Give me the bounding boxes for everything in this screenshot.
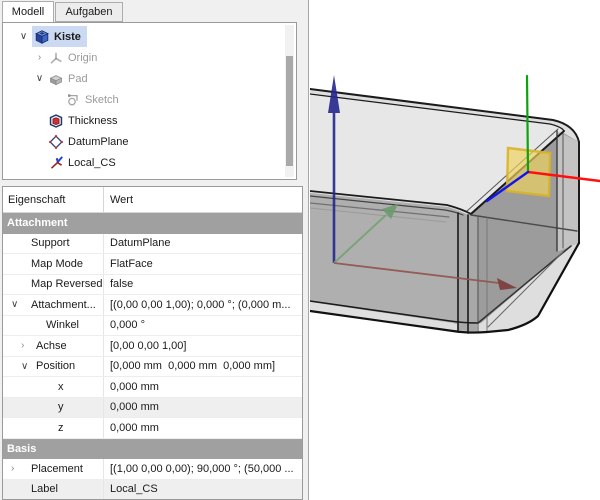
tree-item-label: DatumPlane: [68, 136, 129, 148]
property-col-value: Wert: [104, 194, 133, 206]
model-tree-panel: ∨ Kiste ›: [2, 22, 297, 180]
tree-item-sketch[interactable]: Sketch: [3, 89, 284, 110]
property-row-label[interactable]: Label Local_CS: [3, 480, 302, 500]
chevron-right-icon[interactable]: ›: [31, 52, 48, 63]
model-tree: ∨ Kiste ›: [3, 26, 284, 173]
property-row-support[interactable]: Support DatumPlane: [3, 234, 302, 255]
tree-item-origin[interactable]: › Origin: [3, 47, 284, 68]
tree-item-label: Local_CS: [68, 157, 116, 169]
tab-aufgaben[interactable]: Aufgaben: [55, 2, 123, 22]
property-row-attachment-offset[interactable]: ∨ Attachment... [(0,00 0,00 1,00); 0,000…: [3, 295, 302, 316]
chevron-right-icon[interactable]: ›: [21, 336, 24, 356]
freecad-window: Modell Aufgaben ∨ Kiste: [0, 0, 600, 500]
property-row-winkel[interactable]: Winkel 0,000 °: [3, 316, 302, 337]
chevron-down-icon[interactable]: ∨: [21, 357, 28, 377]
chevron-down-icon[interactable]: ∨: [31, 73, 48, 84]
property-editor-panel: Eigenschaft Wert Attachment Support Datu…: [2, 186, 303, 500]
tree-scrollbar-thumb[interactable]: [286, 56, 293, 166]
property-row-z[interactable]: z 0,000 mm: [3, 418, 302, 439]
localcs-icon: [48, 155, 64, 171]
tree-item-thickness[interactable]: Thickness: [3, 110, 284, 131]
tree-scrollbar[interactable]: [285, 25, 294, 177]
3d-scene: [310, 0, 600, 500]
property-row-x[interactable]: x 0,000 mm: [3, 377, 302, 398]
property-row-achse[interactable]: › Achse [0,00 0,00 1,00]: [3, 336, 302, 357]
datumplane-icon: [48, 134, 64, 150]
chevron-down-icon[interactable]: ∨: [11, 295, 18, 315]
left-dock: Modell Aufgaben ∨ Kiste: [0, 0, 308, 500]
tree-item-label: Pad: [68, 73, 88, 85]
tree-item-label: Sketch: [85, 94, 119, 106]
tree-item-label: Thickness: [68, 115, 118, 127]
section-basis[interactable]: Basis: [3, 439, 302, 460]
tab-aufgaben-label: Aufgaben: [65, 6, 112, 18]
tree-item-kiste[interactable]: ∨ Kiste: [3, 26, 284, 47]
tree-item-datumplane[interactable]: DatumPlane: [3, 131, 284, 152]
tab-modell-label: Modell: [12, 6, 44, 18]
tree-item-label: Origin: [68, 52, 97, 64]
tree-selection-highlight[interactable]: Kiste: [32, 26, 87, 47]
tree-item-pad[interactable]: ∨ Pad: [3, 68, 284, 89]
3d-viewport[interactable]: [308, 0, 600, 500]
sketch-icon: [65, 92, 81, 108]
property-header-row: Eigenschaft Wert: [3, 187, 302, 213]
dock-tabbar: Modell Aufgaben: [0, 0, 308, 22]
pad-icon: [48, 71, 64, 87]
tree-item-localcs[interactable]: Local_CS: [3, 152, 284, 173]
property-row-map-mode[interactable]: Map Mode FlatFace: [3, 254, 302, 275]
thickness-icon: [48, 113, 64, 129]
property-row-placement[interactable]: › Placement [(1,00 0,00 0,00); 90,000 °;…: [3, 459, 302, 480]
property-row-position[interactable]: ∨ Position [0,000 mm 0,000 mm 0,000 mm]: [3, 357, 302, 378]
origin-icon: [48, 50, 64, 66]
box-3d[interactable]: [310, 89, 579, 333]
section-attachment[interactable]: Attachment: [3, 213, 302, 234]
chevron-right-icon[interactable]: ›: [11, 459, 14, 479]
body-icon: [34, 29, 50, 45]
property-col-name: Eigenschaft: [3, 187, 104, 212]
tab-modell[interactable]: Modell: [2, 1, 54, 22]
property-row-map-reversed[interactable]: Map Reversed false: [3, 275, 302, 296]
property-row-y[interactable]: y 0,000 mm: [3, 398, 302, 419]
lcs-y-axis[interactable]: [527, 76, 528, 172]
tree-item-label: Kiste: [54, 31, 81, 43]
chevron-down-icon[interactable]: ∨: [15, 31, 32, 42]
